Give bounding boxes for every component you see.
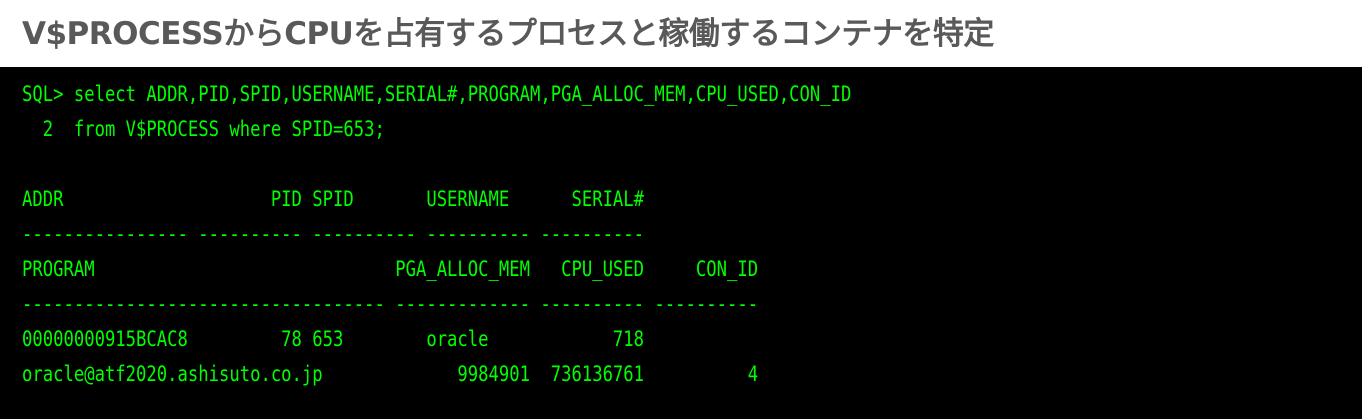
slide: V$PROCESSからCPUを占有するプロセスと稼働するコンテナを特定 SQL>… [0, 0, 1362, 419]
sql-prompt-line: SQL> select ADDR,PID,SPID,USERNAME,SERIA… [22, 82, 852, 106]
result-separator-row-1: ---------------- ---------- ---------- -… [22, 222, 645, 246]
sql-continuation-line: 2 from V$PROCESS where SPID=653; [22, 117, 385, 141]
result-separator-row-2: ----------------------------------- ----… [22, 292, 759, 316]
result-data-row-1: 00000000915BCAC8 78 653 oracle 718 [22, 327, 645, 351]
result-header-row-2: PROGRAM PGA_ALLOC_MEM CPU_USED CON_ID [22, 257, 759, 281]
page-title: V$PROCESSからCPUを占有するプロセスと稼働するコンテナを特定 [22, 16, 994, 52]
result-data-row-2: oracle@atf2020.ashisuto.co.jp 9984901 73… [22, 362, 759, 386]
result-header-row-1: ADDR PID SPID USERNAME SERIAL# [22, 187, 645, 211]
sqlplus-terminal[interactable]: SQL> select ADDR,PID,SPID,USERNAME,SERIA… [0, 67, 1362, 419]
